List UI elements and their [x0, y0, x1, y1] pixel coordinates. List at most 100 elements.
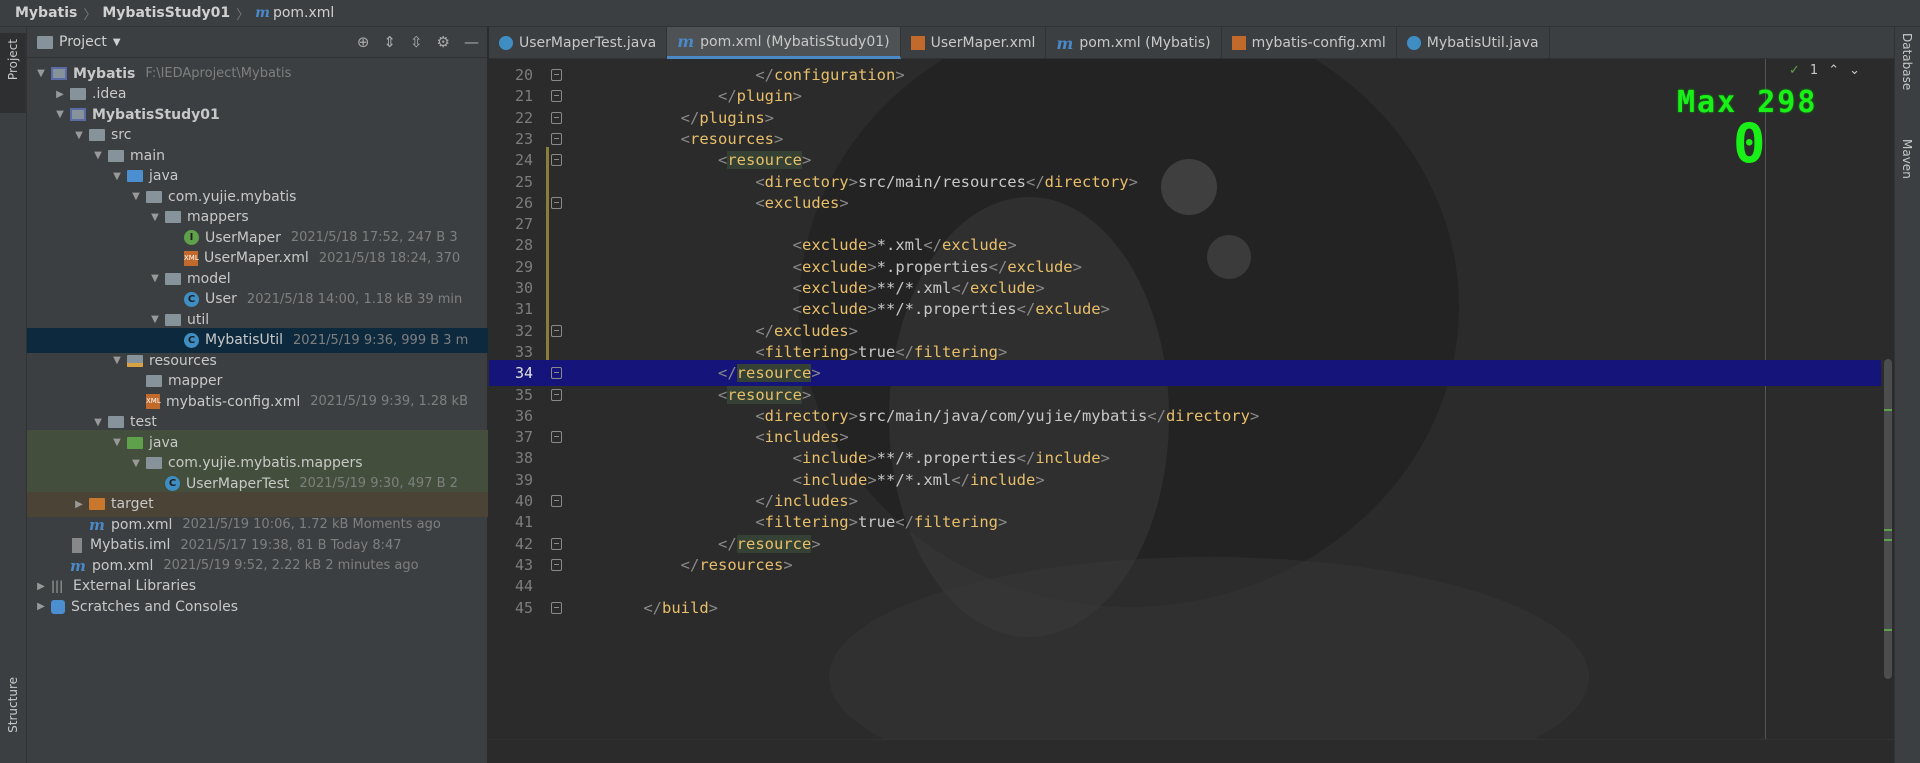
- tree-item-label: java: [149, 434, 179, 451]
- interface-icon: I: [184, 230, 199, 245]
- chevron-down-icon[interactable]: ▼: [52, 109, 68, 120]
- tree-item-label: mappers: [187, 209, 249, 225]
- maven-icon: m: [89, 515, 105, 534]
- editor-tabs: UserMaperTest.java m pom.xml (MybatisStudy…: [489, 27, 1894, 59]
- code-editor[interactable]: 20 </configuration> 21 </plugin> 22 </plug…: [489, 59, 1894, 739]
- chevron-right-icon[interactable]: ▶: [33, 581, 49, 592]
- code-text: </build>: [643, 598, 719, 617]
- editor-tab[interactable]: m pom.xml (MybatisStudy01): [667, 27, 901, 59]
- tree-item-label: target: [111, 496, 154, 512]
- chevron-down-icon[interactable]: ▼: [113, 37, 121, 48]
- xml-file-icon: XML: [184, 250, 199, 266]
- fold-toggle-icon[interactable]: [551, 367, 562, 380]
- chevron-down-icon[interactable]: ▼: [128, 458, 144, 469]
- editor-tab[interactable]: mybatis-config.xml: [1222, 27, 1397, 59]
- fold-toggle-icon[interactable]: [551, 431, 562, 444]
- fold-toggle-icon[interactable]: [551, 558, 562, 571]
- chevron-right-icon[interactable]: ▶: [52, 89, 68, 100]
- xml-path-breadcrumb: [489, 739, 1894, 763]
- tree-item-label: mapper: [168, 373, 223, 389]
- tree-item-meta: 2021/5/19 9:39, 1.28 kB: [310, 394, 468, 409]
- tree-item-meta: 2021/5/19 10:06, 1.72 kB Moments ago: [182, 517, 441, 532]
- expand-all-icon[interactable]: ⇕: [383, 33, 396, 51]
- xml-icon: [910, 36, 925, 50]
- breadcrumb-file[interactable]: pom.xml: [273, 5, 334, 21]
- fold-toggle-icon[interactable]: [551, 154, 562, 167]
- fold-toggle-icon[interactable]: [551, 90, 562, 103]
- package-icon: [146, 190, 162, 203]
- editor-area: UserMaperTest.java m pom.xml (MybatisStudy…: [489, 27, 1894, 763]
- scratches-icon: [51, 599, 65, 614]
- tree-item-label: User: [205, 291, 237, 307]
- chevron-down-icon[interactable]: ▼: [109, 171, 125, 182]
- editor-scrollbar[interactable]: [1882, 59, 1894, 739]
- chevron-down-icon[interactable]: ▼: [33, 68, 49, 79]
- module-file-icon: [72, 537, 82, 553]
- chevron-down-icon[interactable]: ▼: [71, 130, 87, 141]
- fold-toggle-icon[interactable]: [551, 324, 562, 337]
- scrollbar-thumb[interactable]: [1884, 359, 1892, 679]
- project-view-selector[interactable]: Project: [59, 34, 107, 50]
- folder-icon: [146, 375, 162, 387]
- gear-icon[interactable]: ⚙: [437, 33, 450, 51]
- code-line[interactable]: 45 </build>: [489, 595, 1881, 621]
- tree-item-label: External Libraries: [73, 578, 196, 594]
- tree-item-label: main: [130, 147, 165, 164]
- maven-tool-tab[interactable]: Maven: [1900, 139, 1914, 179]
- breadcrumb-project[interactable]: Mybatis: [15, 5, 77, 21]
- package-icon: [146, 457, 162, 469]
- project-panel: Project ▼ ⊕ ⇕ ⇳ ⚙ — ▼ Mybatis F:\IEDAproje…: [27, 27, 488, 763]
- fold-toggle-icon[interactable]: [551, 388, 562, 401]
- tree-item-meta: 2021/5/18 18:24, 370: [318, 250, 461, 266]
- change-marker: [1884, 529, 1892, 531]
- fold-toggle-icon[interactable]: [551, 601, 562, 614]
- chevron-down-icon[interactable]: ▼: [90, 417, 106, 428]
- fold-toggle-icon[interactable]: [551, 132, 562, 145]
- editor-tab[interactable]: UserMaper.xml: [901, 27, 1047, 59]
- editor-tab[interactable]: UserMaperTest.java: [489, 27, 668, 59]
- chevron-down-icon[interactable]: ▼: [109, 437, 125, 448]
- class-icon: C: [184, 291, 199, 307]
- tree-item-label: UserMaper: [205, 229, 281, 246]
- editor-tab-label: UserMaper.xml: [930, 35, 1036, 51]
- tree-item-label: pom.xml: [111, 516, 173, 533]
- change-marker: [1884, 409, 1892, 411]
- chevron-right-icon[interactable]: ▶: [71, 499, 87, 510]
- chevron-down-icon[interactable]: ▼: [128, 191, 144, 202]
- editor-tab[interactable]: MybatisUtil.java: [1397, 27, 1550, 59]
- tree-item-meta: 2021/5/18 14:00, 1.18 kB 39 min: [246, 291, 463, 307]
- collapse-all-icon[interactable]: ⇳: [410, 33, 423, 51]
- editor-tab-label: pom.xml (Mybatis): [1079, 35, 1211, 51]
- chevron-down-icon[interactable]: ▼: [147, 212, 163, 223]
- chevron-down-icon[interactable]: ▼: [109, 355, 125, 366]
- class-icon: C: [184, 332, 199, 348]
- editor-tab-label: MybatisUtil.java: [1426, 35, 1539, 51]
- database-tool-tab[interactable]: Database: [1900, 33, 1914, 90]
- tree-item-label: test: [130, 414, 157, 430]
- editor-tab[interactable]: m pom.xml (Mybatis): [1046, 27, 1222, 59]
- fold-toggle-icon[interactable]: [551, 111, 562, 124]
- chevron-right-icon[interactable]: ▶: [33, 601, 49, 612]
- folder-icon: [37, 35, 53, 49]
- structure-tool-tab[interactable]: Structure: [6, 677, 20, 733]
- right-tool-stripe: Database Maven: [1894, 27, 1920, 763]
- tree-item-label: MybatisUtil: [205, 332, 284, 348]
- locate-file-icon[interactable]: ⊕: [357, 33, 370, 51]
- breadcrumb-module[interactable]: MybatisStudy01: [102, 5, 230, 21]
- tree-item-label: pom.xml: [92, 557, 154, 574]
- navigation-breadcrumb: Mybatis 〉 MybatisStudy01 〉 m pom.xml: [0, 0, 1920, 27]
- fold-toggle-icon[interactable]: [551, 69, 562, 81]
- tree-item-meta: 2021/5/19 9:52, 2.22 kB 2 minutes ago: [163, 558, 419, 573]
- chevron-down-icon[interactable]: ▼: [147, 273, 163, 284]
- fold-toggle-icon[interactable]: [551, 495, 562, 507]
- tree-item-meta: 2021/5/19 9:30, 497 B 2: [299, 476, 458, 491]
- hide-panel-icon[interactable]: —: [464, 33, 479, 51]
- project-tool-tab[interactable]: Project: [0, 33, 26, 113]
- chevron-down-icon[interactable]: ▼: [147, 314, 163, 325]
- line-number[interactable]: 45: [489, 595, 533, 621]
- maven-icon: m: [70, 556, 86, 575]
- fold-toggle-icon[interactable]: [551, 196, 562, 209]
- tree-item[interactable]: ▶ Scratches and Consoles: [27, 594, 488, 619]
- chevron-down-icon[interactable]: ▼: [90, 150, 106, 161]
- fold-toggle-icon[interactable]: [551, 537, 562, 550]
